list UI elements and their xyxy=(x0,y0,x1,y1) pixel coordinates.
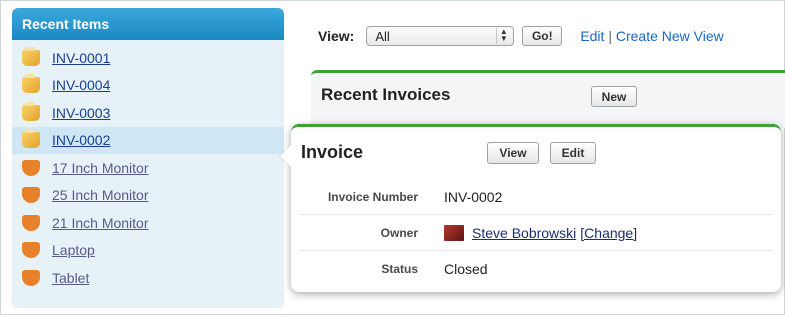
invoice-icon xyxy=(22,46,40,66)
sidebar-item-label[interactable]: INV-0002 xyxy=(52,132,110,148)
recent-invoices-panel: Recent Invoices New xyxy=(311,70,785,128)
owner-value: Steve Bobrowski [Change] xyxy=(444,224,637,241)
sidebar-item-label[interactable]: INV-0003 xyxy=(52,105,110,121)
view-links: Edit | Create New View xyxy=(580,28,723,44)
sidebar-item-inv-0002[interactable]: INV-0002 xyxy=(12,126,284,154)
sidebar-item-21-inch-monitor[interactable]: 21 Inch Monitor xyxy=(12,209,284,237)
view-button[interactable]: View xyxy=(487,142,539,164)
status-value: Closed xyxy=(444,261,488,277)
invoice-details: Invoice Number INV-0002 Owner Steve Bobr… xyxy=(291,179,781,287)
sidebar-item-laptop[interactable]: Laptop xyxy=(12,237,284,265)
field-label: Status xyxy=(381,262,418,276)
detail-row-status: Status Closed xyxy=(299,251,773,287)
sidebar-item-label[interactable]: 21 Inch Monitor xyxy=(52,215,149,231)
recent-invoices-title: Recent Invoices xyxy=(321,85,451,104)
owner-link[interactable]: Steve Bobrowski xyxy=(472,225,576,241)
sidebar-item-25-inch-monitor[interactable]: 25 Inch Monitor xyxy=(12,182,284,210)
product-icon xyxy=(22,187,40,204)
popup-title: Invoice xyxy=(301,142,364,162)
product-icon xyxy=(22,159,40,176)
go-button[interactable]: Go! xyxy=(522,26,563,46)
sidebar-item-label[interactable]: INV-0001 xyxy=(52,50,110,66)
invoice-icon xyxy=(22,129,40,149)
create-new-view-link[interactable]: Create New View xyxy=(616,28,724,44)
sidebar-item-label[interactable]: 25 Inch Monitor xyxy=(52,187,149,203)
field-label: Owner xyxy=(380,225,418,240)
view-label: View: xyxy=(318,28,355,44)
sidebar-item-label[interactable]: Tablet xyxy=(52,270,89,286)
recent-items-sidebar: Recent Items INV-0001 INV-0004 INV-0003 … xyxy=(12,8,284,308)
updown-arrows-icon: ▲ ▼ xyxy=(496,28,510,44)
popup-pointer xyxy=(280,145,291,167)
view-toolbar: View: All ▲ ▼ Go! Edit | Create New View xyxy=(318,26,724,46)
invoice-hover-card: Invoice View Edit Invoice Number INV-000… xyxy=(280,124,781,292)
sidebar-item-label[interactable]: Laptop xyxy=(52,242,95,258)
invoice-icon xyxy=(22,101,40,121)
invoice-number-value: INV-0002 xyxy=(444,188,503,205)
field-label: Invoice Number xyxy=(327,189,418,204)
sidebar-item-inv-0004[interactable]: INV-0004 xyxy=(12,72,284,100)
detail-row-invoice-number: Invoice Number INV-0002 xyxy=(299,179,773,215)
product-icon xyxy=(22,242,40,259)
change-owner-link[interactable]: [Change] xyxy=(580,225,637,241)
sidebar-item-tablet[interactable]: Tablet xyxy=(12,264,284,292)
sidebar-item-inv-0001[interactable]: INV-0001 xyxy=(12,44,284,72)
view-select-value: All xyxy=(375,28,390,44)
detail-row-owner: Owner Steve Bobrowski [Change] xyxy=(299,215,773,251)
sidebar-item-17-inch-monitor[interactable]: 17 Inch Monitor xyxy=(12,154,284,182)
link-separator: | xyxy=(604,28,616,44)
sidebar-item-inv-0003[interactable]: INV-0003 xyxy=(12,99,284,127)
recent-items-list: INV-0001 INV-0004 INV-0003 INV-0002 17 I… xyxy=(12,40,284,292)
edit-view-link[interactable]: Edit xyxy=(580,28,604,44)
sidebar-item-label[interactable]: 17 Inch Monitor xyxy=(52,160,149,176)
sidebar-item-label[interactable]: INV-0004 xyxy=(52,77,110,93)
new-invoice-button[interactable]: New xyxy=(591,86,637,107)
invoice-icon xyxy=(22,74,40,94)
edit-button[interactable]: Edit xyxy=(550,142,596,164)
view-select[interactable]: All ▲ ▼ xyxy=(366,26,515,46)
sidebar-title: Recent Items xyxy=(12,8,284,40)
product-icon xyxy=(22,269,40,286)
avatar xyxy=(444,224,464,241)
product-icon xyxy=(22,214,40,231)
